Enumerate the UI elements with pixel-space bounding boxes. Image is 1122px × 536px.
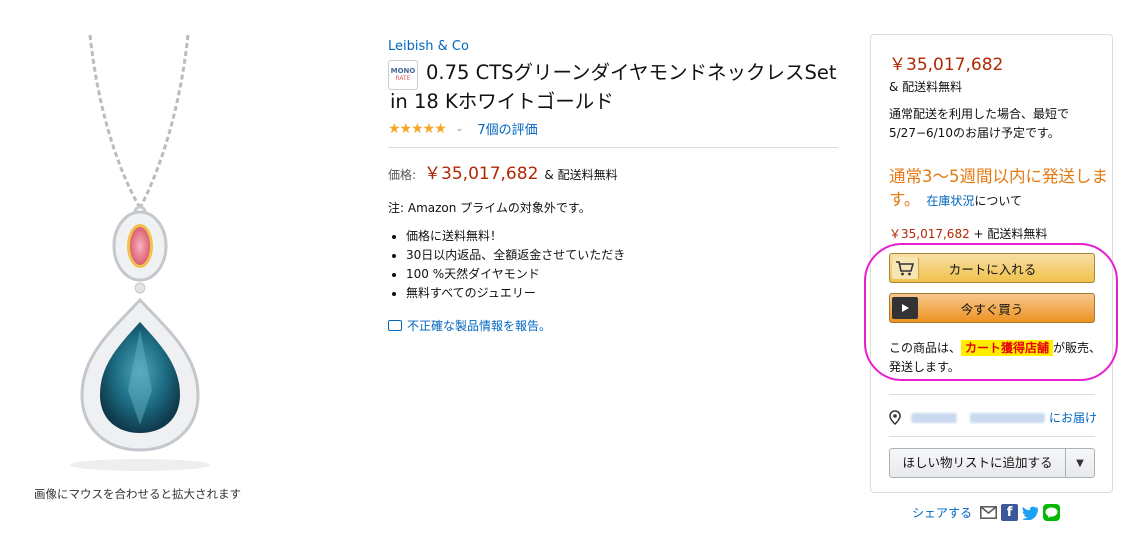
- twitter-icon[interactable]: [1022, 504, 1039, 521]
- price-value: ￥35,017,682: [424, 164, 539, 184]
- add-to-wishlist-button[interactable]: ほしい物リストに追加する ▼: [889, 448, 1095, 478]
- badge-top: MONO: [390, 67, 416, 75]
- share-row: シェアする f: [912, 504, 1061, 521]
- title-line2: in 18 Kホワイトゴールド: [390, 90, 614, 113]
- product-title: 0.75 CTSグリーンダイヤモンドネックレスSet in 18 Kホワイトゴー…: [390, 58, 837, 116]
- buy-now-button[interactable]: 今すぐ買う: [889, 293, 1095, 323]
- monorate-badge-icon[interactable]: MONO RATE: [388, 60, 418, 90]
- blurred-address: [911, 412, 1045, 423]
- zoom-hint: 画像にマウスを合わせると拡大されます: [34, 487, 241, 501]
- seller-note: この商品は、 カート獲得店舗 が販売、発送します。: [889, 339, 1104, 377]
- play-icon: [892, 297, 918, 319]
- buybox-price2-suffix: + 配送料無料: [973, 227, 1048, 241]
- bullet-item: 価格に送料無料！: [406, 227, 840, 246]
- brand-link[interactable]: Leibish & Co: [388, 39, 469, 54]
- line-icon[interactable]: [1043, 504, 1061, 521]
- prime-note: 注: Amazon プライムの対象外です。: [388, 201, 591, 215]
- product-image[interactable]: [48, 30, 238, 480]
- delivery-estimate: 通常配送を利用した場合、最短で5/27−6/10のお届け予定です。: [889, 107, 1070, 140]
- stock-info-link[interactable]: 在庫状況: [926, 194, 974, 208]
- product-info: Leibish & Co MONO RATE 0.75 CTSグリーンダイヤモン…: [388, 35, 840, 334]
- seller-tag: カート獲得店舗: [961, 340, 1054, 356]
- price-shipping: & 配送料無料: [544, 168, 618, 182]
- bullet-item: 無料すべてのジュエリー: [406, 284, 840, 303]
- buy-now-label: 今すぐ買う: [960, 301, 1024, 317]
- stock-info-suffix: について: [974, 194, 1023, 208]
- price-label: 価格:: [388, 168, 417, 182]
- reviews-link[interactable]: 7個の評価: [477, 119, 537, 138]
- badge-bottom: RATE: [395, 75, 411, 82]
- location-pin-icon: [889, 410, 901, 425]
- add-to-cart-button[interactable]: カートに入れる: [889, 253, 1095, 283]
- star-rating-icon[interactable]: ★★★★★: [388, 121, 447, 137]
- rating-row: ★★★★★ ⌄ 7個の評価: [388, 119, 840, 139]
- buybox-price: ￥35,017,682: [889, 55, 1004, 75]
- facebook-icon[interactable]: f: [1001, 504, 1019, 521]
- chevron-down-icon[interactable]: ⌄: [456, 124, 464, 134]
- email-icon[interactable]: [980, 504, 997, 521]
- buybox-shipping: & 配送料無料: [889, 80, 963, 94]
- speech-bubble-icon: [388, 320, 402, 331]
- title-row: MONO RATE 0.75 CTSグリーンダイヤモンドネックレスSet in …: [388, 58, 840, 116]
- add-to-cart-label: カートに入れる: [948, 261, 1037, 277]
- divider: [388, 147, 838, 148]
- buybox-price-secondary: ￥35,017,682 + 配送料無料: [889, 225, 1047, 242]
- report-row: 不正確な製品情報を報告。: [388, 317, 840, 334]
- buybox-price2-value: ￥35,017,682: [889, 227, 970, 241]
- delivery-location[interactable]: にお届け: [889, 409, 1097, 426]
- bullet-item: 100 %天然ダイヤモンド: [406, 265, 840, 284]
- price-row: 価格: ￥35,017,682 & 配送料無料: [388, 159, 840, 184]
- seller-prefix: この商品は、: [889, 341, 962, 355]
- bullet-item: 30日以内返品、全額返金させていただき: [406, 246, 840, 265]
- divider: [889, 394, 1095, 395]
- deliver-to-link[interactable]: にお届け: [1049, 409, 1097, 426]
- cart-icon: [892, 257, 919, 279]
- share-link[interactable]: シェアする: [912, 504, 972, 521]
- image-column: 画像にマウスを合わせると拡大されます: [0, 0, 300, 536]
- buy-box: ￥35,017,682 & 配送料無料 通常配送を利用した場合、最短で5/27−…: [870, 34, 1113, 493]
- report-link[interactable]: 不正確な製品情報を報告。: [407, 317, 551, 334]
- chevron-down-icon[interactable]: ▼: [1066, 458, 1094, 469]
- title-line1: 0.75 CTSグリーンダイヤモンドネックレスSet: [426, 61, 837, 84]
- wishlist-label: ほしい物リストに追加する: [890, 449, 1066, 477]
- stock-status: 通常3〜5週間以内に発送します。 在庫状況について: [889, 165, 1109, 213]
- feature-bullets: 価格に送料無料！ 30日以内返品、全額返金させていただき 100 %天然ダイヤモ…: [388, 227, 840, 303]
- divider: [889, 436, 1095, 437]
